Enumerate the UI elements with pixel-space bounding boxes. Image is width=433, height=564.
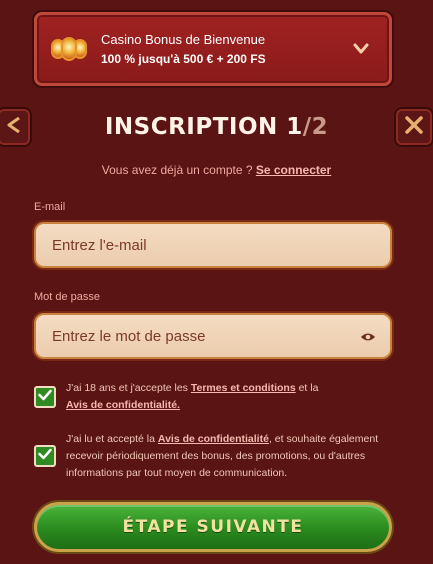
terms-text-middle: et la [295,382,319,394]
terms-text-before: J'ai 18 ans et j'accepte les [66,382,191,394]
email-label: E-mail [34,201,66,213]
bonus-banner[interactable]: Casino Bonus de Bienvenue 100 % jusqu'à … [34,12,392,86]
bonus-subtitle: 100 % jusqu'à 500 € + 200 FS [101,52,266,66]
login-prompt-text: Vous avez déjà un compte ? [101,163,256,177]
terms-checkbox[interactable] [34,386,56,408]
marketing-consent-text: J'ai lu et accepté la Avis de confidenti… [66,431,392,482]
password-field[interactable] [36,315,390,357]
marketing-checkbox[interactable] [34,445,56,467]
terms-consent-row: J'ai 18 ans et j'accepte les Termes et c… [34,380,392,414]
checkmark-icon [38,388,52,406]
title-step: INSCRIPTION 1 [104,114,303,140]
eye-icon[interactable] [360,330,376,348]
privacy-link[interactable]: Avis de confidentialité. [66,399,180,411]
checkmark-icon [38,447,52,465]
bonus-text: Casino Bonus de Bienvenue 100 % jusqu'à … [101,32,349,66]
terms-consent-text: J'ai 18 ans et j'accepte les Termes et c… [66,380,318,414]
chevron-down-icon[interactable] [349,37,373,61]
login-link[interactable]: Se connecter [256,163,331,177]
page-title: INSCRIPTION 1/2 [0,114,433,140]
marketing-text-before: J'ai lu et accepté la [66,433,158,445]
next-step-button[interactable]: ÉTAPE SUIVANTE [34,502,392,552]
marketing-consent-row: J'ai lu et accepté la Avis de confidenti… [34,431,392,482]
email-field-wrapper [34,222,392,268]
password-field-wrapper [34,313,392,359]
terms-link[interactable]: Termes et conditions [191,382,296,394]
title-total: /2 [302,114,329,140]
slot-reels-icon [51,36,87,62]
marketing-privacy-link[interactable]: Avis de confidentialité [158,433,269,445]
password-label: Mot de passe [34,291,101,303]
bonus-title: Casino Bonus de Bienvenue [101,32,266,47]
email-field[interactable] [36,224,390,266]
login-prompt: Vous avez déjà un compte ? Se connecter [0,163,433,177]
